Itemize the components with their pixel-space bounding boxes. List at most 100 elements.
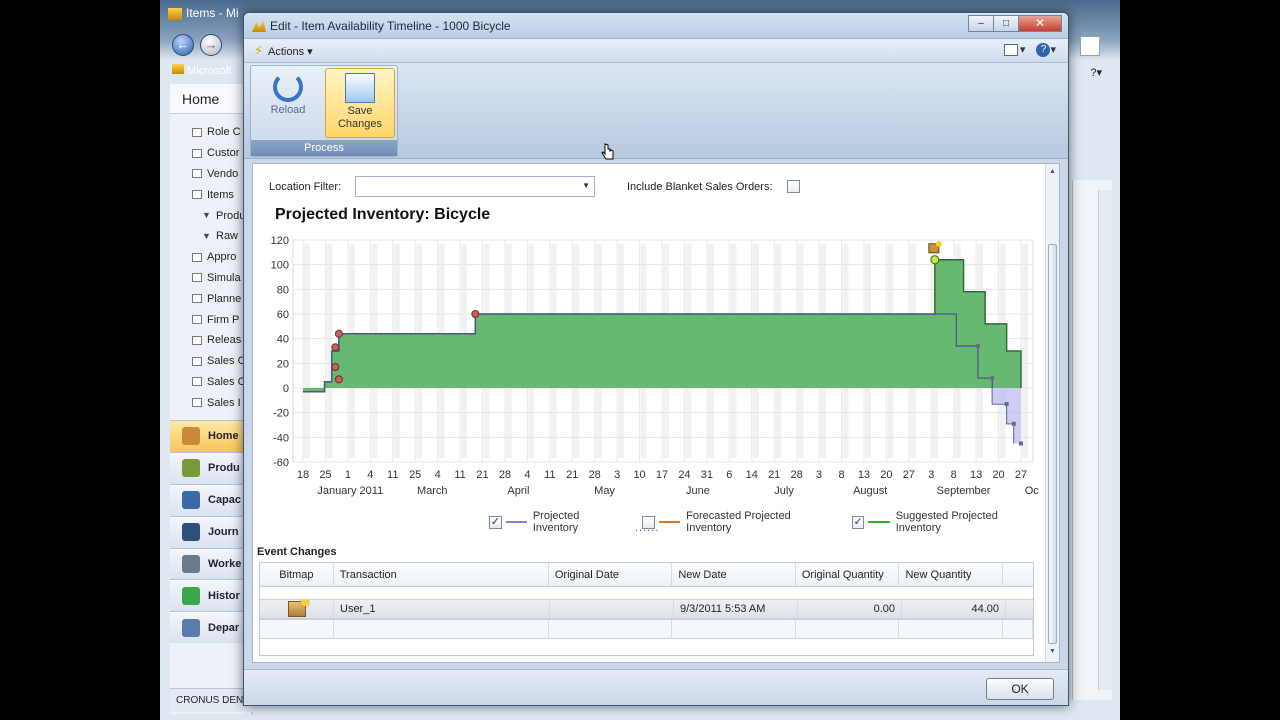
legend-checkbox[interactable]: ✓ — [489, 515, 502, 529]
column-header[interactable]: Original Quantity — [796, 563, 900, 586]
list-icon — [192, 398, 202, 408]
event-marker[interactable] — [331, 363, 340, 372]
legend-checkbox[interactable]: ✓ — [851, 515, 865, 529]
content-scrollbar[interactable]: ▲ ▼ — [1045, 164, 1059, 662]
x-tick-label: 13 — [970, 469, 982, 481]
mouse-cursor-icon — [601, 143, 614, 160]
location-filter-select[interactable]: ▼ — [355, 176, 595, 197]
table-cell-empty[interactable] — [1003, 620, 1033, 638]
filter-row: Location Filter: ▼ Include Blanket Sales… — [269, 176, 1029, 200]
location-filter-label: Location Filter: — [269, 181, 342, 193]
nav-item[interactable]: ▼ Raw — [170, 226, 251, 247]
x-tick-label: 28 — [499, 469, 511, 481]
nav-item-label: Sales C — [207, 355, 246, 368]
blanket-orders-checkbox[interactable] — [787, 180, 800, 193]
nav-item[interactable]: Firm P — [170, 309, 251, 330]
table-cell-empty[interactable] — [260, 620, 334, 638]
nav-group-label: Histor — [208, 589, 240, 602]
table-row-empty[interactable] — [260, 619, 1033, 639]
legend-swatch — [868, 521, 890, 523]
dialog-content: Location Filter: ▼ Include Blanket Sales… — [252, 163, 1060, 663]
table-cell-new-date[interactable]: 9/3/2011 5:53 AM — [674, 600, 798, 618]
maximize-button[interactable]: □ — [993, 15, 1019, 32]
table-header: Bitmap Transaction Original Date New Date Or… — [260, 563, 1033, 587]
nav-item[interactable]: Appro — [170, 247, 251, 268]
nav-item[interactable]: Custor — [170, 143, 251, 164]
reload-button[interactable]: Reload — [253, 68, 323, 138]
table-cell-empty[interactable] — [796, 620, 900, 638]
event-marker[interactable] — [331, 343, 340, 352]
legend-item[interactable]: Forecasted Projected Inventory — [642, 510, 834, 534]
actions-menu[interactable]: Actions ▾ — [268, 45, 313, 58]
back-button[interactable]: ← — [172, 34, 194, 56]
x-tick-label: 4 — [524, 469, 530, 481]
moved-event-marker[interactable] — [930, 255, 940, 265]
column-header[interactable]: Transaction — [334, 563, 549, 586]
customize-icon[interactable] — [1003, 44, 1018, 57]
projected-marker — [1011, 421, 1016, 426]
scroll-thumb[interactable] — [1048, 244, 1057, 644]
nav-group[interactable]: Capac — [170, 483, 251, 516]
nav-item[interactable]: Items — [170, 184, 251, 205]
table-cell-original-quantity[interactable]: 0.00 — [798, 600, 902, 618]
column-header[interactable]: New Date — [672, 563, 796, 586]
save-changes-button[interactable]: Save Changes — [325, 68, 395, 138]
nav-item[interactable]: Releas — [170, 330, 251, 351]
event-marker[interactable] — [334, 329, 343, 338]
legend-swatch — [658, 521, 681, 523]
ok-button[interactable]: OK — [986, 678, 1054, 700]
list-icon — [192, 273, 202, 283]
nav-group[interactable]: Worke — [170, 547, 251, 580]
legend-item[interactable]: ✓ Suggested Projected Inventory — [851, 510, 1041, 534]
nav-item[interactable]: Sales C — [170, 351, 251, 372]
scroll-up-icon[interactable]: ▲ — [1048, 168, 1057, 178]
ribbon-group-label: Process — [251, 140, 397, 156]
forward-button[interactable]: → — [200, 34, 222, 56]
nav-item[interactable]: ▼ Produ — [170, 205, 251, 226]
list-icon — [192, 294, 202, 304]
table-cell-empty[interactable] — [334, 620, 549, 638]
nav-group[interactable]: Histor — [170, 579, 251, 612]
column-header[interactable]: New Quantity — [899, 563, 1004, 586]
column-header[interactable]: Original Date — [549, 563, 673, 586]
company-status: CRONUS DEN — [170, 688, 252, 712]
help-icon[interactable]: ? — [1036, 43, 1051, 58]
y-tick-label: -40 — [273, 432, 289, 444]
table-cell-empty[interactable] — [899, 620, 1004, 638]
nav-item[interactable]: Simula — [170, 268, 251, 289]
nav-item[interactable]: Sales C — [170, 372, 251, 393]
x-tick-label: 3 — [928, 469, 934, 481]
splitter-handle[interactable]: ...... — [635, 522, 659, 534]
close-button[interactable]: ✕ — [1018, 15, 1062, 32]
nav-item[interactable]: Vendo — [170, 164, 251, 185]
x-tick-label: 4 — [367, 469, 373, 481]
projected-inventory-chart[interactable]: 18 25 1 4 11 25 4 11 21 28 4 11 21 28 3 10 17 24 31 6 14 21 28… — [253, 224, 1043, 508]
table-row[interactable]: User_1 9/3/2011 5:53 AM 0.00 44.00 — [260, 599, 1033, 619]
nav-item[interactable]: Planne — [170, 288, 251, 309]
event-marker[interactable] — [471, 310, 480, 318]
actions-bar: ⚡ Actions ▾ ▾ ? ▾ — [244, 39, 1068, 63]
help-icon[interactable]: ?▾ — [1090, 66, 1102, 79]
nav-group[interactable]: Produ — [170, 451, 251, 484]
table-cell-new-quantity[interactable]: 44.00 — [902, 600, 1006, 618]
table-cell-empty[interactable] — [549, 620, 673, 638]
nav-group[interactable]: Home — [170, 420, 251, 452]
list-icon — [192, 315, 202, 325]
table-cell-original-date[interactable] — [550, 600, 674, 618]
search-box[interactable] — [1080, 36, 1100, 56]
event-marker[interactable] — [334, 375, 343, 384]
nav-group[interactable]: Depar — [170, 611, 251, 644]
nav-item-label: Raw — [216, 230, 239, 243]
background-scrollbar[interactable] — [1098, 190, 1112, 690]
bitmap-cell[interactable] — [260, 600, 334, 618]
column-header[interactable]: Bitmap — [260, 563, 334, 586]
minimize-button[interactable]: – — [968, 15, 994, 32]
legend-item[interactable]: ✓ Projected Inventory — [489, 510, 624, 534]
table-cell-empty[interactable] — [672, 620, 796, 638]
table-cell-transaction[interactable]: User_1 — [334, 600, 550, 618]
nav-group[interactable]: Journ — [170, 515, 251, 548]
scroll-down-icon[interactable]: ▼ — [1048, 648, 1057, 658]
nav-item[interactable]: Sales I — [170, 392, 251, 413]
nav-item[interactable]: Role C — [170, 122, 251, 143]
navigation-tree: Role C Custor Vendo Items ▼ Produ ▼ Raw Appro Sim… — [170, 114, 251, 413]
